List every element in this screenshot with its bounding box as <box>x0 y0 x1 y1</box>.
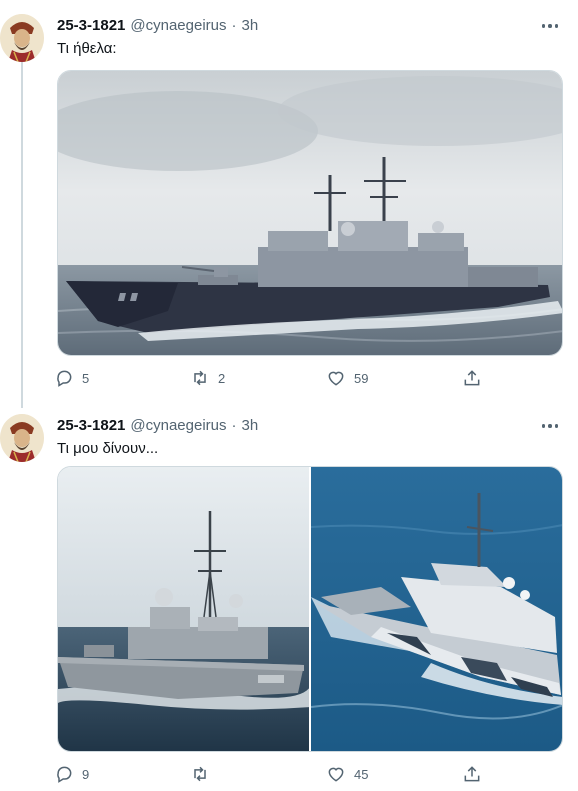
like-count: 45 <box>354 766 369 782</box>
user-handle[interactable]: @cynaegeirus <box>130 417 226 434</box>
more-icon[interactable] <box>538 416 562 436</box>
retweet-icon <box>194 370 206 386</box>
reply-icon <box>57 766 72 783</box>
separator: · <box>231 417 237 434</box>
share-button[interactable] <box>462 762 482 786</box>
tweet-text: Τι μου δίνουν... <box>57 440 159 457</box>
more-icon[interactable] <box>538 16 562 36</box>
tweet[interactable]: 25-3-1821 @cynaegeirus · 3h Τι μου δίνου… <box>0 400 578 791</box>
reply-icon <box>57 370 72 387</box>
like-button[interactable]: 59 <box>326 366 368 390</box>
share-button[interactable] <box>462 366 482 390</box>
tweet-media-image[interactable] <box>58 467 309 751</box>
tweet-header: 25-3-1821 @cynaegeirus · 3h <box>57 17 258 34</box>
tweet[interactable]: 25-3-1821 @cynaegeirus · 3h Τι ήθελα: 5 … <box>0 0 578 400</box>
avatar[interactable] <box>0 14 44 62</box>
tweet-media-image[interactable] <box>57 70 563 356</box>
retweet-icon <box>194 766 206 782</box>
heart-icon <box>328 371 344 386</box>
user-handle[interactable]: @cynaegeirus <box>130 17 226 34</box>
separator: · <box>231 17 237 34</box>
like-count: 59 <box>354 370 369 386</box>
display-name[interactable]: 25-3-1821 <box>57 417 125 434</box>
tweet-header: 25-3-1821 @cynaegeirus · 3h <box>57 417 258 434</box>
warship-littoral-photo <box>311 467 562 751</box>
display-name[interactable]: 25-3-1821 <box>57 17 125 34</box>
avatar[interactable] <box>0 414 44 462</box>
tweet-text: Τι ήθελα: <box>57 40 117 57</box>
timestamp[interactable]: 3h <box>242 17 259 34</box>
reply-button[interactable]: 5 <box>54 366 89 390</box>
tweet-media-grid <box>57 466 563 752</box>
like-button[interactable]: 45 <box>326 762 368 786</box>
warship-cruiser-photo <box>58 71 562 355</box>
reply-button[interactable]: 9 <box>54 762 89 786</box>
share-icon <box>464 766 480 782</box>
heart-icon <box>328 767 344 782</box>
timestamp[interactable]: 3h <box>242 417 259 434</box>
warship-destroyer-photo <box>58 467 309 751</box>
retweet-button[interactable] <box>190 762 218 786</box>
retweet-button[interactable]: 2 <box>190 366 225 390</box>
reply-count: 9 <box>82 766 90 782</box>
retweet-count: 2 <box>218 370 226 386</box>
share-icon <box>464 370 480 386</box>
reply-count: 5 <box>82 370 90 386</box>
tweet-media-image[interactable] <box>311 467 562 751</box>
